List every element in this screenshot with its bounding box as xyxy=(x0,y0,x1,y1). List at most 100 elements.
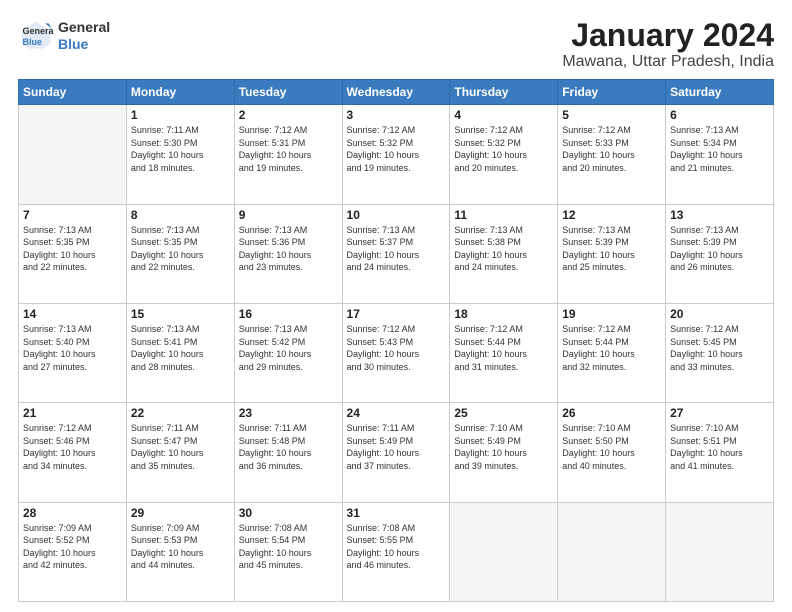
day-number: 2 xyxy=(239,108,338,122)
day-number: 11 xyxy=(454,208,553,222)
day-cell: 16 Sunrise: 7:13 AM Sunset: 5:42 PM Dayli… xyxy=(234,303,342,402)
day-info: Sunrise: 7:08 AM Sunset: 5:54 PM Dayligh… xyxy=(239,522,338,572)
day-info: Sunrise: 7:13 AM Sunset: 5:40 PM Dayligh… xyxy=(23,323,122,373)
day-info: Sunrise: 7:13 AM Sunset: 5:37 PM Dayligh… xyxy=(347,224,446,274)
day-number: 16 xyxy=(239,307,338,321)
header: General Blue General Blue January 2024 M… xyxy=(18,18,774,71)
day-cell: 19 Sunrise: 7:12 AM Sunset: 5:44 PM Dayli… xyxy=(558,303,666,402)
col-sunday: Sunday xyxy=(19,80,127,105)
day-cell: 27 Sunrise: 7:10 AM Sunset: 5:51 PM Dayli… xyxy=(666,403,774,502)
calendar-header-row: Sunday Monday Tuesday Wednesday Thursday… xyxy=(19,80,774,105)
day-number: 27 xyxy=(670,406,769,420)
day-info: Sunrise: 7:13 AM Sunset: 5:35 PM Dayligh… xyxy=(23,224,122,274)
day-cell: 20 Sunrise: 7:12 AM Sunset: 5:45 PM Dayli… xyxy=(666,303,774,402)
day-info: Sunrise: 7:12 AM Sunset: 5:32 PM Dayligh… xyxy=(454,124,553,174)
day-cell: 1 Sunrise: 7:11 AM Sunset: 5:30 PM Daylig… xyxy=(126,105,234,204)
day-number: 30 xyxy=(239,506,338,520)
week-row-2: 14Sunrise: 7:13 AM Sunset: 5:40 PM Dayli… xyxy=(19,303,774,402)
day-cell: 13 Sunrise: 7:13 AM Sunset: 5:39 PM Dayli… xyxy=(666,204,774,303)
logo-text-blue: Blue xyxy=(58,36,110,53)
day-cell xyxy=(558,502,666,601)
day-cell: 12Sunrise: 7:13 AM Sunset: 5:39 PM Dayli… xyxy=(558,204,666,303)
day-cell: 8 Sunrise: 7:13 AM Sunset: 5:35 PM Daylig… xyxy=(126,204,234,303)
day-info: Sunrise: 7:13 AM Sunset: 5:38 PM Dayligh… xyxy=(454,224,553,274)
page: General Blue General Blue January 2024 M… xyxy=(0,0,792,612)
day-number: 1 xyxy=(131,108,230,122)
day-cell: 7 Sunrise: 7:13 AM Sunset: 5:35 PM Daylig… xyxy=(19,204,127,303)
day-info: Sunrise: 7:13 AM Sunset: 5:36 PM Dayligh… xyxy=(239,224,338,274)
day-number: 18 xyxy=(454,307,553,321)
day-number: 8 xyxy=(131,208,230,222)
day-info: Sunrise: 7:13 AM Sunset: 5:42 PM Dayligh… xyxy=(239,323,338,373)
day-info: Sunrise: 7:11 AM Sunset: 5:30 PM Dayligh… xyxy=(131,124,230,174)
day-cell: 15Sunrise: 7:13 AM Sunset: 5:41 PM Dayli… xyxy=(126,303,234,402)
calendar-title: January 2024 xyxy=(562,18,774,53)
day-number: 6 xyxy=(670,108,769,122)
day-cell: 26Sunrise: 7:10 AM Sunset: 5:50 PM Dayli… xyxy=(558,403,666,502)
day-number: 12 xyxy=(562,208,661,222)
col-wednesday: Wednesday xyxy=(342,80,450,105)
calendar-body: 1 Sunrise: 7:11 AM Sunset: 5:30 PM Daylig… xyxy=(19,105,774,602)
day-cell: 2 Sunrise: 7:12 AM Sunset: 5:31 PM Daylig… xyxy=(234,105,342,204)
col-saturday: Saturday xyxy=(666,80,774,105)
day-info: Sunrise: 7:12 AM Sunset: 5:32 PM Dayligh… xyxy=(347,124,446,174)
day-cell xyxy=(666,502,774,601)
col-friday: Friday xyxy=(558,80,666,105)
col-thursday: Thursday xyxy=(450,80,558,105)
day-info: Sunrise: 7:13 AM Sunset: 5:39 PM Dayligh… xyxy=(670,224,769,274)
day-cell: 22 Sunrise: 7:11 AM Sunset: 5:47 PM Dayli… xyxy=(126,403,234,502)
day-info: Sunrise: 7:08 AM Sunset: 5:55 PM Dayligh… xyxy=(347,522,446,572)
week-row-0: 1 Sunrise: 7:11 AM Sunset: 5:30 PM Daylig… xyxy=(19,105,774,204)
day-number: 26 xyxy=(562,406,661,420)
logo-icon: General Blue xyxy=(18,18,54,54)
day-number: 17 xyxy=(347,307,446,321)
day-info: Sunrise: 7:12 AM Sunset: 5:43 PM Dayligh… xyxy=(347,323,446,373)
day-number: 9 xyxy=(239,208,338,222)
day-info: Sunrise: 7:11 AM Sunset: 5:47 PM Dayligh… xyxy=(131,422,230,472)
col-tuesday: Tuesday xyxy=(234,80,342,105)
calendar-table: Sunday Monday Tuesday Wednesday Thursday… xyxy=(18,79,774,602)
day-info: Sunrise: 7:12 AM Sunset: 5:46 PM Dayligh… xyxy=(23,422,122,472)
day-number: 13 xyxy=(670,208,769,222)
day-info: Sunrise: 7:09 AM Sunset: 5:52 PM Dayligh… xyxy=(23,522,122,572)
day-info: Sunrise: 7:10 AM Sunset: 5:51 PM Dayligh… xyxy=(670,422,769,472)
day-info: Sunrise: 7:11 AM Sunset: 5:48 PM Dayligh… xyxy=(239,422,338,472)
day-cell: 4 Sunrise: 7:12 AM Sunset: 5:32 PM Daylig… xyxy=(450,105,558,204)
day-number: 10 xyxy=(347,208,446,222)
title-block: January 2024 Mawana, Uttar Pradesh, Indi… xyxy=(562,18,774,71)
day-info: Sunrise: 7:12 AM Sunset: 5:31 PM Dayligh… xyxy=(239,124,338,174)
svg-text:Blue: Blue xyxy=(23,37,43,47)
day-number: 15 xyxy=(131,307,230,321)
day-info: Sunrise: 7:12 AM Sunset: 5:45 PM Dayligh… xyxy=(670,323,769,373)
day-number: 19 xyxy=(562,307,661,321)
logo: General Blue General Blue xyxy=(18,18,110,54)
day-info: Sunrise: 7:13 AM Sunset: 5:34 PM Dayligh… xyxy=(670,124,769,174)
day-number: 24 xyxy=(347,406,446,420)
logo-text-general: General xyxy=(58,19,110,36)
day-info: Sunrise: 7:13 AM Sunset: 5:35 PM Dayligh… xyxy=(131,224,230,274)
day-number: 7 xyxy=(23,208,122,222)
week-row-1: 7 Sunrise: 7:13 AM Sunset: 5:35 PM Daylig… xyxy=(19,204,774,303)
day-info: Sunrise: 7:12 AM Sunset: 5:44 PM Dayligh… xyxy=(562,323,661,373)
col-monday: Monday xyxy=(126,80,234,105)
week-row-3: 21 Sunrise: 7:12 AM Sunset: 5:46 PM Dayli… xyxy=(19,403,774,502)
day-number: 22 xyxy=(131,406,230,420)
day-number: 3 xyxy=(347,108,446,122)
day-number: 5 xyxy=(562,108,661,122)
day-cell: 25Sunrise: 7:10 AM Sunset: 5:49 PM Dayli… xyxy=(450,403,558,502)
day-cell: 30 Sunrise: 7:08 AM Sunset: 5:54 PM Dayli… xyxy=(234,502,342,601)
day-number: 20 xyxy=(670,307,769,321)
day-number: 25 xyxy=(454,406,553,420)
week-row-4: 28Sunrise: 7:09 AM Sunset: 5:52 PM Dayli… xyxy=(19,502,774,601)
day-cell: 14Sunrise: 7:13 AM Sunset: 5:40 PM Dayli… xyxy=(19,303,127,402)
day-cell: 21 Sunrise: 7:12 AM Sunset: 5:46 PM Dayli… xyxy=(19,403,127,502)
day-number: 29 xyxy=(131,506,230,520)
day-cell: 31 Sunrise: 7:08 AM Sunset: 5:55 PM Dayli… xyxy=(342,502,450,601)
calendar-subtitle: Mawana, Uttar Pradesh, India xyxy=(562,53,774,71)
day-number: 31 xyxy=(347,506,446,520)
day-cell: 11 Sunrise: 7:13 AM Sunset: 5:38 PM Dayli… xyxy=(450,204,558,303)
day-number: 21 xyxy=(23,406,122,420)
day-number: 4 xyxy=(454,108,553,122)
day-cell: 24Sunrise: 7:11 AM Sunset: 5:49 PM Dayli… xyxy=(342,403,450,502)
day-cell xyxy=(450,502,558,601)
